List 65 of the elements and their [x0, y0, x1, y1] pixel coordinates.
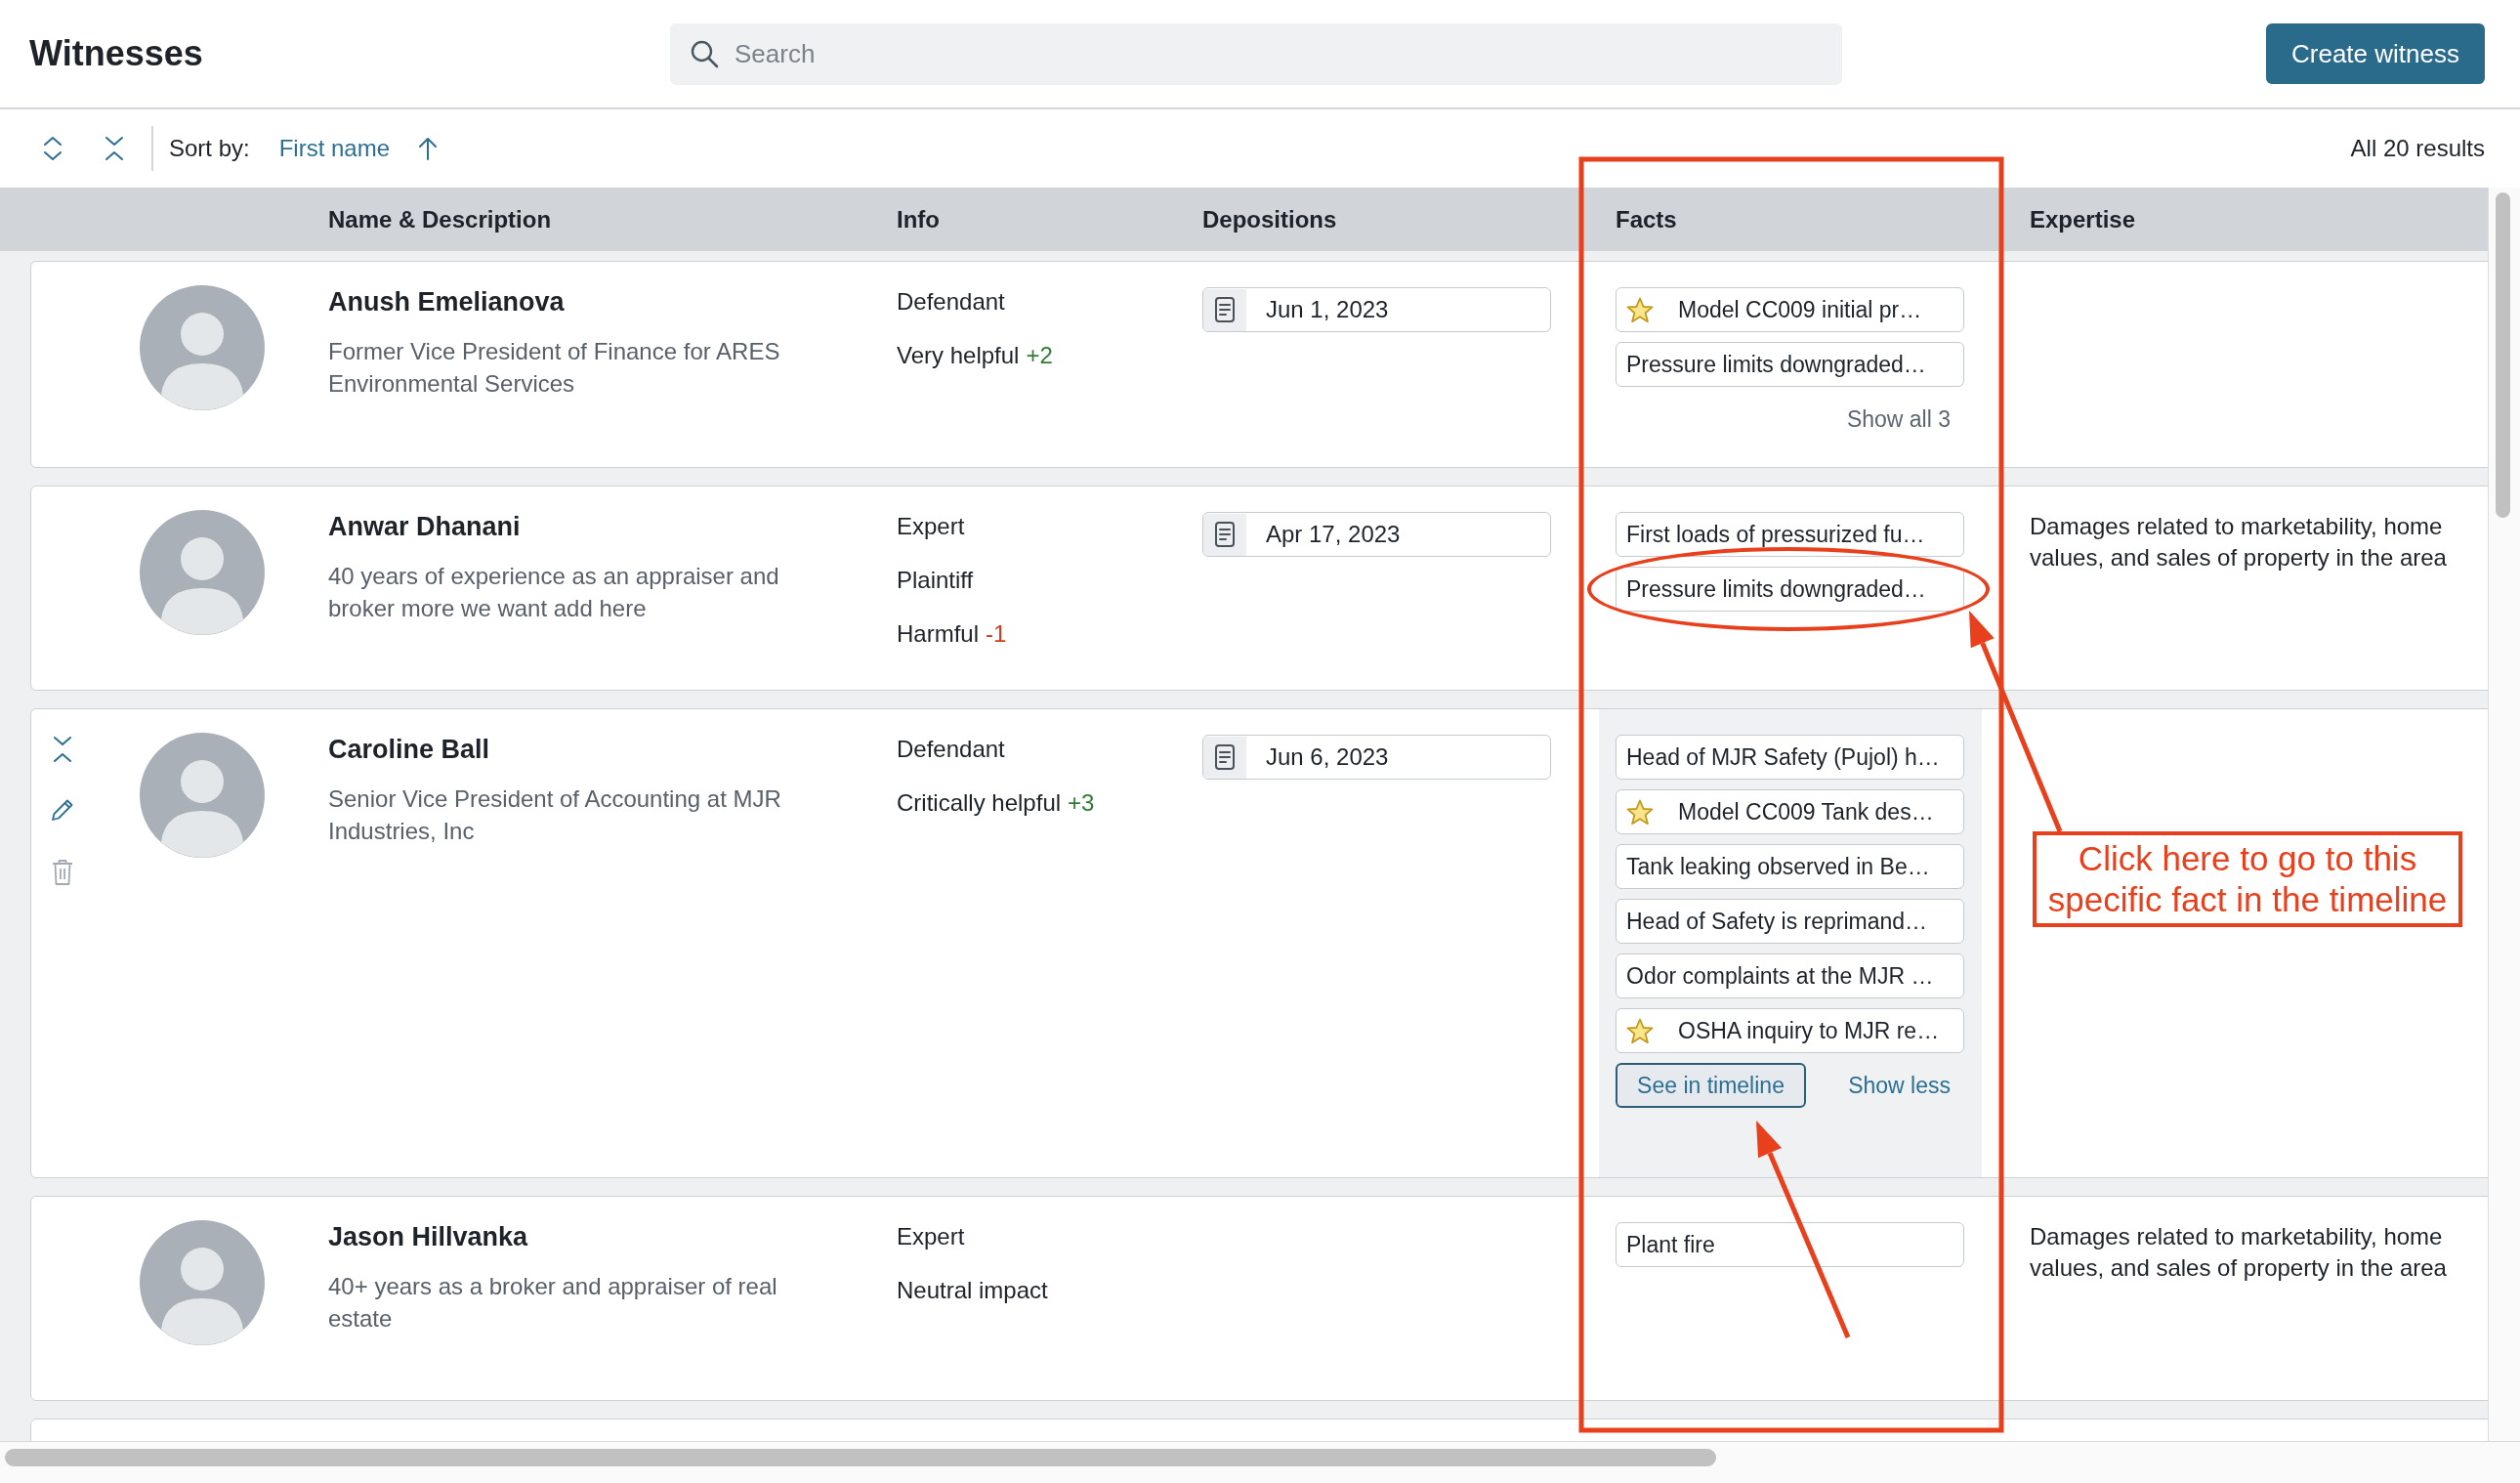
column-header: Facts	[1616, 205, 1677, 233]
search-field[interactable]: Search	[670, 22, 1842, 85]
rating-score: -1	[986, 620, 1007, 647]
rating-label: Harmful	[897, 620, 979, 647]
fact-chip[interactable]: Plant fire	[1616, 1222, 1964, 1267]
document-icon	[1203, 288, 1246, 331]
witness-name: Anush Emelianova	[328, 286, 565, 318]
role-text: Defendant	[897, 735, 1005, 764]
fact-chip[interactable]: Model CC009 initial pr…	[1616, 287, 1964, 332]
witness-name: Caroline Ball	[328, 734, 490, 765]
role-text: Expert	[897, 1222, 965, 1251]
sort-label: Sort by:	[169, 135, 250, 162]
rating-label: Very helpful	[897, 342, 1020, 368]
expertise-text: Damages related to marketability, home values, and sales of property in the area	[2030, 1222, 2448, 1283]
role-text: Defendant	[897, 287, 1005, 317]
rating-score: +3	[1068, 789, 1095, 816]
chevrons-out-icon[interactable]	[41, 135, 64, 162]
witness-description: Former Vice President of Finance for ARES Environmental Services	[328, 337, 781, 399]
rating-score: +2	[1026, 342, 1053, 368]
fact-chip[interactable]: Pressure limits downgraded…	[1616, 567, 1964, 612]
rating-label: Critically helpful	[897, 789, 1062, 816]
results-count: All 20 results	[2350, 135, 2485, 162]
search-icon	[690, 38, 719, 68]
rating-label: Neutral impact	[897, 1277, 1048, 1303]
fact-chip[interactable]: Model CC009 Tank des…	[1616, 789, 1964, 834]
witness-description: 40 years of experience as an appraiser and broker more we want add here	[328, 562, 780, 623]
scrollbar-thumb[interactable]	[5, 1449, 1716, 1466]
scrollbar-thumb[interactable]	[2496, 192, 2510, 518]
star-icon	[1626, 296, 1654, 323]
chevrons-in-icon[interactable]	[103, 135, 126, 162]
fact-chip[interactable]: Odor complaints at the MJR …	[1616, 953, 1964, 998]
column-header: Depositions	[1202, 205, 1337, 233]
page-title: Witnesses	[29, 33, 203, 74]
star-icon	[1626, 1017, 1654, 1044]
sort-field-link[interactable]: First name	[278, 135, 391, 162]
deposition-chip[interactable]: Apr 17, 2023	[1202, 512, 1551, 557]
facts-link[interactable]: Show less	[1848, 1072, 1951, 1099]
document-icon	[1203, 736, 1246, 779]
facts-link[interactable]: Show all 3	[1846, 405, 1951, 433]
fact-chip[interactable]: Tank leaking observed in Be…	[1616, 844, 1964, 889]
fact-chip[interactable]: Head of MJR Safety (Pujol) h…	[1616, 735, 1964, 780]
column-header: Name & Description	[328, 205, 552, 233]
fact-chip[interactable]: OSHA inquiry to MJR re…	[1616, 1008, 1964, 1053]
column-header: Info	[897, 205, 940, 233]
witness-name: Jason Hillvanka	[328, 1221, 528, 1252]
see-in-timeline-button[interactable]: See in timeline	[1616, 1063, 1806, 1108]
arrow-up-icon[interactable]	[417, 136, 440, 161]
chevrons-in-icon[interactable]	[53, 735, 72, 764]
role-text: Plaintiff	[897, 566, 974, 595]
role-text: Expert	[897, 512, 965, 541]
fact-chip[interactable]: Head of Safety is reprimand…	[1616, 899, 1964, 944]
witness-description: Senior Vice President of Accounting at MJR Industries, Inc	[328, 784, 782, 846]
witness-description: 40+ years as a broker and appraiser of real estate	[328, 1272, 778, 1334]
create-witness-button[interactable]: Create witness	[2266, 23, 2485, 84]
column-header: Expertise	[2030, 205, 2136, 233]
fact-chip[interactable]: Pressure limits downgraded…	[1616, 342, 1964, 387]
witness-name: Anwar Dhanani	[328, 511, 521, 542]
fact-chip[interactable]: First loads of pressurized fu…	[1616, 512, 1964, 557]
document-icon	[1203, 513, 1246, 556]
deposition-chip[interactable]: Jun 6, 2023	[1202, 735, 1551, 780]
deposition-chip[interactable]: Jun 1, 2023	[1202, 287, 1551, 332]
expertise-text: Damages related to marketability, home values, and sales of property in the area	[2030, 512, 2448, 572]
star-icon	[1626, 798, 1654, 826]
pencil-icon[interactable]	[50, 797, 75, 823]
annotation-callout: Click here to go to this specific fact in the timeline	[2033, 831, 2462, 927]
